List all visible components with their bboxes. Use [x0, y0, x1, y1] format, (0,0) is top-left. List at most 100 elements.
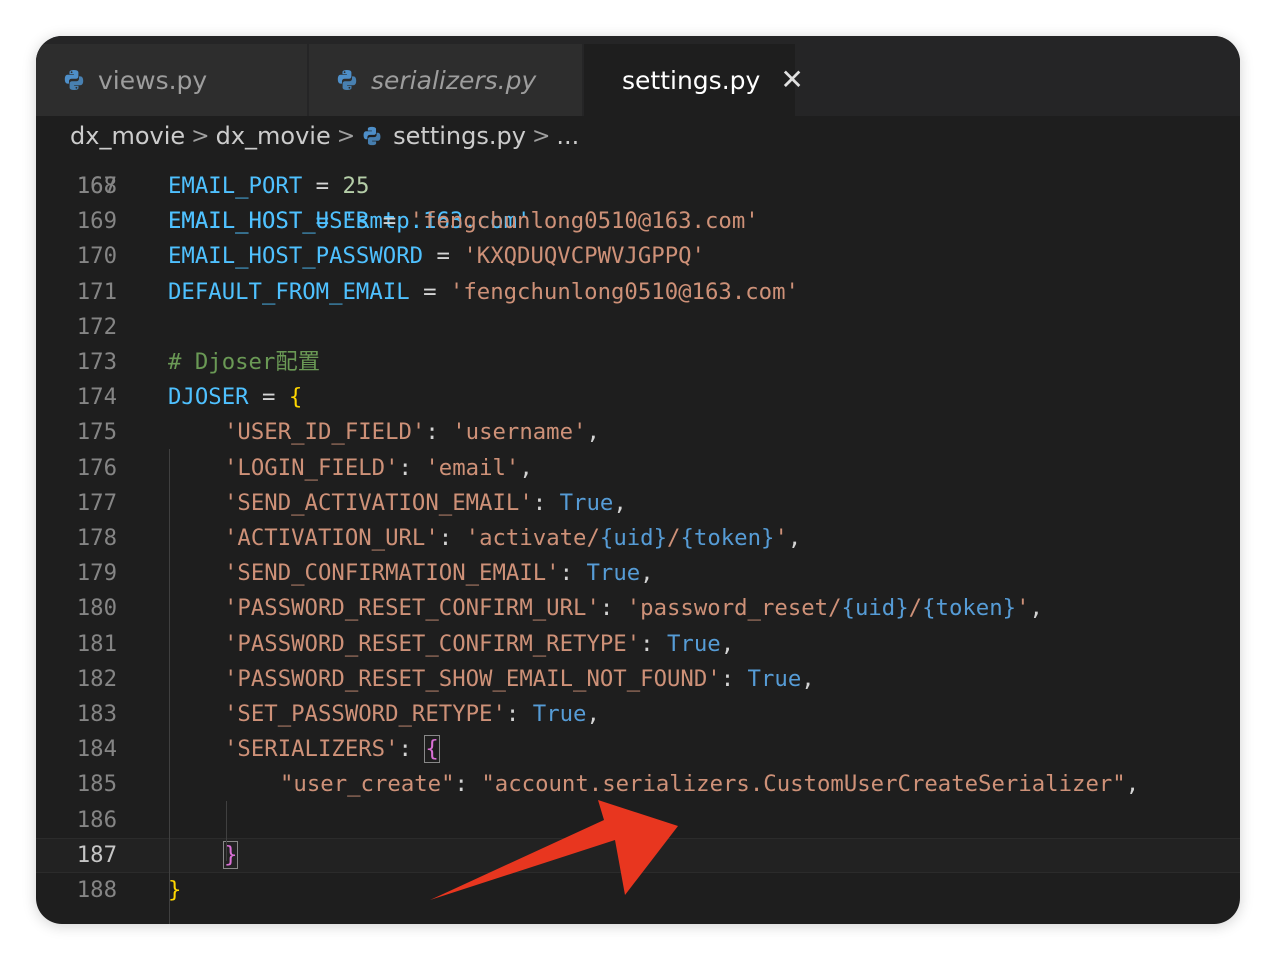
line-code: 'PASSWORD_RESET_CONFIRM_RETYPE': True, — [224, 627, 734, 662]
line-number: 182 — [76, 665, 117, 692]
code-line: 170 EMAIL_HOST_PASSWORD = 'KXQDUQVCPWVJGP… — [36, 239, 1240, 274]
code-token: = — [423, 243, 464, 270]
breadcrumb-folder[interactable]: dx_movie — [70, 122, 185, 150]
code-token: {uid} — [599, 525, 668, 551]
code-token: DJOSER — [168, 384, 249, 411]
code-token: , — [1029, 595, 1043, 622]
line-code: DJOSER = { — [168, 380, 302, 415]
python-icon — [337, 70, 357, 90]
code-token: ' — [774, 525, 788, 551]
breadcrumb-folder[interactable]: dx_movie — [216, 122, 331, 150]
code-token: / — [667, 525, 681, 551]
line-number: 178 — [76, 525, 117, 551]
code-token: 'SEND_CONFIRMATION_EMAIL' — [224, 560, 560, 587]
code-token: 'PASSWORD_RESET_SHOW_EMAIL_NOT_FOUND' — [224, 665, 721, 692]
code-token: 'fengchunlong0510@163.com' — [449, 278, 799, 305]
code-line: 184 'SERIALIZERS': { — [36, 732, 1240, 767]
code-token: : — [398, 736, 426, 763]
line-code: DEFAULT_FROM_EMAIL = 'fengchunlong0510@1… — [168, 275, 799, 310]
code-token: : — [720, 665, 748, 692]
code-token: EMAIL_HOST_USER — [168, 208, 370, 235]
code-token: 25 — [342, 173, 370, 199]
breadcrumb-separator: > — [531, 123, 551, 149]
tab-views-py[interactable]: views.py — [36, 44, 308, 116]
code-token: 'SEND_ACTIVATION_EMAIL' — [224, 489, 533, 516]
breadcrumb: dx_movie > dx_movie > settings.py > ... — [36, 116, 1240, 156]
line-number: 179 — [76, 560, 117, 587]
code-line: 180 'PASSWORD_RESET_CONFIRM_URL': 'passwo… — [36, 591, 1240, 626]
code-token: EMAIL_HOST_PASSWORD — [168, 243, 424, 270]
line-number: 181 — [76, 630, 117, 657]
code-token: ' — [1016, 595, 1030, 622]
line-number: 177 — [76, 489, 117, 516]
code-token: True — [586, 560, 641, 587]
code-token: } — [168, 877, 182, 903]
code-token: True — [747, 665, 802, 692]
code-token: / — [908, 595, 923, 622]
breadcrumb-symbols[interactable]: ... — [556, 122, 579, 150]
line-number: 187 — [76, 841, 117, 868]
line-number: 174 — [76, 384, 117, 411]
code-token: # Djoser配置 — [168, 349, 320, 375]
code-token: = — [302, 173, 343, 199]
code-token: : — [505, 701, 533, 727]
code-token: = — [369, 208, 410, 235]
code-token: 'KXQDUQVCPWVJGPPQ' — [463, 243, 705, 270]
line-number: 171 — [76, 278, 117, 305]
line-code: EMAIL_HOST_PASSWORD = 'KXQDUQVCPWVJGPPQ' — [168, 239, 705, 274]
code-token: {token} — [680, 525, 775, 551]
line-number: 173 — [76, 349, 117, 375]
line-code: 'PASSWORD_RESET_CONFIRM_URL': 'password_… — [224, 591, 1043, 626]
code-editor[interactable]: 167 EMAIL_HOST = 'smtp.163.com' 168 EMAIL… — [36, 149, 1240, 924]
editor-window: views.py serializers.py settings.py ✕ dx… — [36, 36, 1240, 924]
tab-serializers-py[interactable]: serializers.py — [309, 44, 583, 116]
code-token: "user_create" — [280, 771, 455, 798]
code-token: 'activate/ — [465, 525, 600, 551]
line-number: 169 — [76, 208, 117, 235]
code-token: 'PASSWORD_RESET_CONFIRM_RETYPE' — [224, 630, 641, 657]
line-number: 185 — [76, 771, 117, 798]
line-number: 183 — [76, 701, 117, 727]
code-line: 169 EMAIL_HOST_USER = 'fengchunlong0510@1… — [36, 204, 1240, 239]
code-token: True — [532, 701, 587, 727]
code-token: 'SET_PASSWORD_RETYPE' — [224, 701, 506, 727]
code-line: 187} — [36, 837, 1240, 873]
line-number: 188 — [76, 877, 117, 903]
line-number: 186 — [76, 806, 117, 833]
code-line: 175 'USER_ID_FIELD': 'username', — [36, 415, 1240, 450]
line-code: EMAIL_HOST_USER = 'fengchunlong0510@163.… — [168, 204, 759, 239]
line-code: 'ACTIVATION_URL': 'activate/{uid}/{token… — [224, 521, 801, 556]
line-number: 175 — [76, 419, 117, 446]
line-number: 172 — [76, 313, 117, 340]
code-token: 'fengchunlong0510@163.com' — [409, 208, 759, 235]
code-token: , — [613, 489, 627, 516]
code-line: 182 'PASSWORD_RESET_SHOW_EMAIL_NOT_FOUND'… — [36, 662, 1240, 697]
code-line: 177 'SEND_ACTIVATION_EMAIL': True, — [36, 486, 1240, 521]
breadcrumb-label: ... — [556, 122, 580, 150]
line-number: 184 — [76, 736, 117, 763]
code-token: , — [640, 560, 654, 587]
indent-guide — [226, 801, 227, 861]
line-code: 'PASSWORD_RESET_SHOW_EMAIL_NOT_FOUND': T… — [224, 662, 815, 697]
line-code: # Djoser配置 — [168, 345, 320, 380]
code-line: 181 'PASSWORD_RESET_CONFIRM_RETYPE': True… — [36, 627, 1240, 662]
code-token: , — [801, 665, 815, 692]
code-token: , — [586, 419, 600, 446]
breadcrumb-file[interactable]: settings.py — [361, 122, 526, 150]
code-token: : — [454, 771, 482, 798]
breadcrumb-label: settings.py — [393, 122, 526, 150]
code-token: True — [559, 489, 614, 516]
code-token: : — [532, 489, 560, 516]
code-token: 'password_reset/ — [626, 595, 842, 622]
code-token: = — [409, 278, 450, 305]
tab-settings-py[interactable]: settings.py ✕ — [584, 44, 804, 116]
close-icon[interactable]: ✕ — [780, 66, 803, 94]
code-token: 'email' — [425, 454, 520, 481]
code-line: 173 # Djoser配置 — [36, 345, 1240, 380]
code-line: 183 'SET_PASSWORD_RETYPE': True, — [36, 697, 1240, 732]
indent-guide — [169, 449, 170, 924]
code-token: EMAIL_PORT — [168, 173, 303, 199]
code-token: True — [667, 630, 721, 657]
code-token: = — [248, 384, 289, 411]
line-code: 'SEND_ACTIVATION_EMAIL': True, — [224, 486, 627, 521]
